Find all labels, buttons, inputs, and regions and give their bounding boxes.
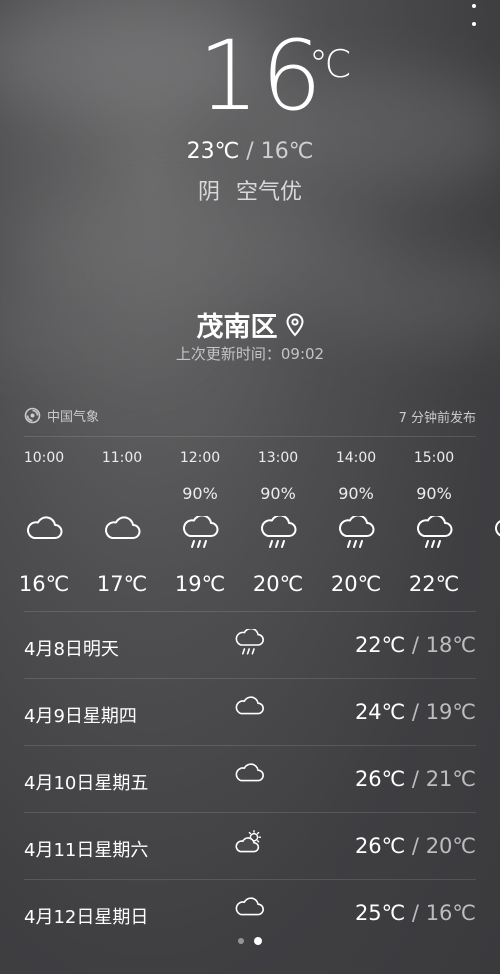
hour-temperature: 19℃ xyxy=(174,572,226,596)
forecast-low: 18℃ xyxy=(425,633,476,657)
published-time: 7 分钟前发布 xyxy=(398,411,476,426)
divider xyxy=(24,436,476,437)
weather-bureau-logo-icon xyxy=(24,407,41,424)
forecast-date: 4月11日星期六 xyxy=(24,840,149,861)
forecast-low: 16℃ xyxy=(425,901,476,925)
hour-time: 12:00 xyxy=(179,450,221,466)
forecast-date: 4月12日星期日 xyxy=(24,907,149,928)
page-dot[interactable] xyxy=(254,937,262,945)
hour-temperature: 20℃ xyxy=(330,572,382,596)
source-name: 中国气象 xyxy=(47,410,100,425)
forecast-high: 26℃ xyxy=(354,767,406,791)
location-pin-icon xyxy=(285,312,304,336)
location-selector[interactable]: 茂南区 xyxy=(0,305,500,344)
forecast-separator: / xyxy=(405,901,426,925)
forecast-low: 19℃ xyxy=(425,700,476,724)
forecast-temperatures: 26℃ / 20℃ xyxy=(355,834,476,858)
forecast-date: 4月8日明天 xyxy=(24,639,119,660)
hour-temperature: 22℃ xyxy=(408,572,460,596)
forecast-high: 24℃ xyxy=(354,700,406,724)
daily-forecast-row[interactable]: 4月8日明天 22℃ / 18℃ xyxy=(24,612,476,678)
forecast-separator: / xyxy=(405,834,426,858)
forecast-separator: / xyxy=(405,767,426,791)
hour-time: 10:00 xyxy=(23,450,65,466)
daily-forecast-row[interactable]: 4月12日星期日 25℃ / 16℃ xyxy=(24,879,476,946)
forecast-high: 25℃ xyxy=(354,901,406,925)
cloud-icon xyxy=(234,696,264,719)
more-dot-icon xyxy=(472,22,476,26)
forecast-high: 22℃ xyxy=(354,633,406,657)
cloud-icon xyxy=(5,516,83,540)
page-indicator xyxy=(0,937,500,945)
hourly-forecast[interactable]: 10:00 16℃ 11:00 17℃ 12:00 90% 19℃ 13:00 90% 20℃ 14… xyxy=(0,450,500,610)
forecast-date: 4月10日星期五 xyxy=(24,773,149,794)
more-options-button[interactable] xyxy=(468,4,480,26)
rain-icon xyxy=(317,516,395,552)
condition-text: 阴 xyxy=(197,180,220,205)
data-source: 中国气象 xyxy=(24,406,99,425)
temperature-range: 23℃ / 16℃ xyxy=(0,139,500,164)
cloud-icon xyxy=(83,516,161,540)
partly-sunny-icon xyxy=(234,830,264,858)
forecast-date: 4月9日星期四 xyxy=(24,706,137,727)
forecast-temperatures: 26℃ / 21℃ xyxy=(355,767,476,791)
city-name: 茂南区 xyxy=(196,312,278,343)
low-temperature: 16℃ xyxy=(260,139,314,164)
hour-time: 1 xyxy=(473,450,500,466)
page-dot[interactable] xyxy=(238,938,244,944)
precipitation-probability: 90% xyxy=(338,484,374,503)
hour-temperature: 17℃ xyxy=(96,572,148,596)
forecast-temperatures: 24℃ / 19℃ xyxy=(355,700,476,724)
weather-condition: 阴空气优 xyxy=(0,174,500,206)
hour-time: 11:00 xyxy=(101,450,143,466)
temperature-unit: ℃ xyxy=(309,42,352,86)
forecast-temperatures: 25℃ / 16℃ xyxy=(355,901,476,925)
daily-forecast-row[interactable]: 4月10日星期五 26℃ / 21℃ xyxy=(24,745,476,812)
rain-icon xyxy=(239,516,317,552)
precipitation-probability: 9 xyxy=(473,484,500,503)
forecast-high: 26℃ xyxy=(354,834,406,858)
daily-forecast-row[interactable]: 4月11日星期六 26℃ / 20℃ xyxy=(24,812,476,879)
precipitation-probability: 90% xyxy=(182,484,218,503)
hour-temperature: 20℃ xyxy=(252,572,304,596)
cloud-icon xyxy=(234,763,264,786)
hour-time: 15:00 xyxy=(413,450,455,466)
cloud-icon xyxy=(234,897,264,920)
forecast-low: 21℃ xyxy=(425,767,476,791)
rain-icon xyxy=(234,627,264,662)
forecast-low: 20℃ xyxy=(425,834,476,858)
hour-time: 14:00 xyxy=(335,450,377,466)
precipitation-probability: 90% xyxy=(416,484,452,503)
forecast-separator: / xyxy=(405,633,426,657)
rain-icon xyxy=(161,516,239,552)
forecast-separator: / xyxy=(405,700,426,724)
high-temperature: 23℃ xyxy=(186,139,240,164)
precipitation-probability: 90% xyxy=(260,484,296,503)
hour-time: 13:00 xyxy=(257,450,299,466)
rain-icon xyxy=(395,516,473,552)
last-updated: 上次更新时间：09:02 xyxy=(175,345,325,363)
air-quality[interactable]: 空气优 xyxy=(236,180,302,205)
hour-temperature: 16℃ xyxy=(18,572,70,596)
daily-forecast-row[interactable]: 4月9日星期四 24℃ / 19℃ xyxy=(24,678,476,745)
rain-icon xyxy=(473,516,500,552)
hour-temperature: 2 xyxy=(473,572,500,596)
daily-forecast: 4月8日明天 22℃ / 18℃ 4月9日星期四 24℃ / 19℃ 4月10日星期五 2… xyxy=(0,612,500,946)
range-separator: / xyxy=(239,139,261,164)
more-dot-icon xyxy=(472,4,476,8)
current-temperature: 16 xyxy=(198,20,325,132)
forecast-temperatures: 22℃ / 18℃ xyxy=(355,633,476,657)
